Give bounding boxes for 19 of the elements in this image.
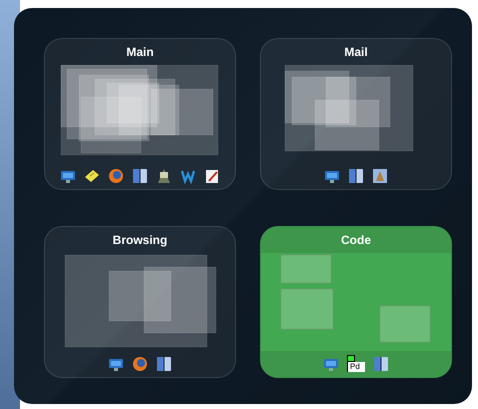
space-title: Code <box>261 227 451 253</box>
space-card[interactable]: Code Pd <box>260 226 452 378</box>
monitor-icon <box>108 356 124 372</box>
letter-w-icon <box>180 168 196 184</box>
monitor-icon <box>323 356 339 372</box>
easel-icon <box>156 168 172 184</box>
notepad-icon <box>84 168 100 184</box>
monitor-icon <box>324 168 340 184</box>
space-card[interactable]: Main <box>44 38 236 190</box>
pen-paper-icon <box>204 168 220 184</box>
picture-frame-icon <box>372 168 388 184</box>
space-card[interactable]: Browsing <box>44 226 236 378</box>
space-title: Browsing <box>112 232 168 249</box>
globe-icon <box>108 168 124 184</box>
monitor-icon <box>60 168 76 184</box>
space-title: Main <box>125 44 155 61</box>
space-card[interactable]: Mail <box>260 38 452 190</box>
globe-icon <box>132 356 148 372</box>
space-title: Mail <box>343 44 369 61</box>
